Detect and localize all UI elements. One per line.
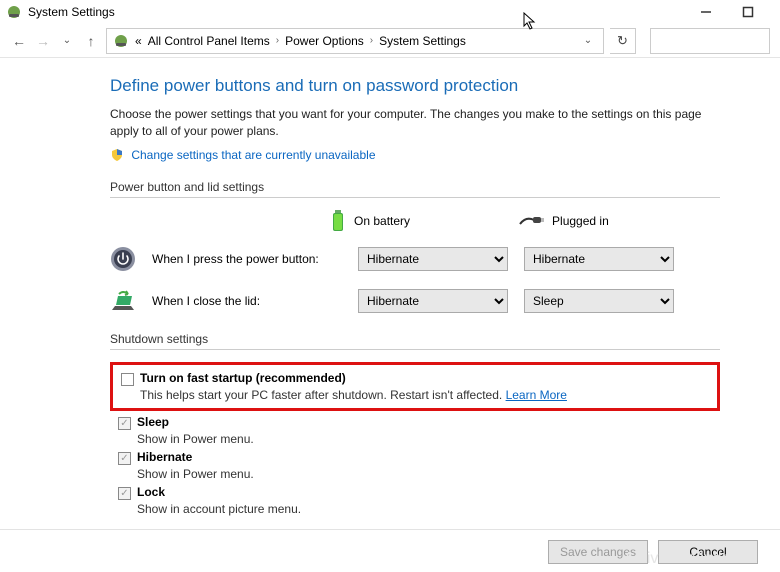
watermark: Activate Windows: [624, 550, 750, 568]
navbar: ← → ⌄ ↑ « All Control Panel Items › Powe…: [0, 24, 780, 58]
lid-plugged-select[interactable]: Sleep: [524, 289, 674, 313]
maximize-button[interactable]: [736, 3, 760, 21]
power-button-plugged-select[interactable]: Hibernate: [524, 247, 674, 271]
refresh-button[interactable]: ↻: [610, 28, 636, 54]
plug-icon: [518, 214, 544, 228]
minimize-button[interactable]: [694, 3, 718, 21]
content-area: Define power buttons and turn on passwor…: [0, 58, 780, 526]
page-description: Choose the power settings that you want …: [110, 106, 720, 140]
sleep-desc: Show in Power menu.: [137, 432, 720, 446]
power-button-icon: [110, 246, 136, 272]
divider: [0, 529, 780, 530]
breadcrumb-item[interactable]: All Control Panel Items: [148, 34, 270, 48]
breadcrumb[interactable]: « All Control Panel Items › Power Option…: [106, 28, 604, 54]
column-label-plugged: Plugged in: [552, 214, 609, 228]
titlebar: System Settings: [0, 0, 780, 24]
chevron-right-icon: ›: [276, 35, 279, 46]
fast-startup-checkbox[interactable]: [121, 373, 134, 386]
fast-startup-highlight: Turn on fast startup (recommended) This …: [110, 362, 720, 411]
breadcrumb-item[interactable]: Power Options: [285, 34, 364, 48]
breadcrumb-dropdown[interactable]: ⌄: [579, 35, 597, 46]
lock-label: Lock: [137, 485, 165, 499]
breadcrumb-overflow[interactable]: «: [135, 34, 142, 48]
search-input[interactable]: [650, 28, 770, 54]
lid-row: When I close the lid: Hibernate Sleep: [110, 288, 720, 314]
chevron-right-icon: ›: [370, 35, 373, 46]
battery-icon: [330, 210, 346, 232]
section-label-shutdown: Shutdown settings: [110, 332, 720, 346]
hibernate-desc: Show in Power menu.: [137, 467, 720, 481]
hibernate-label: Hibernate: [137, 450, 192, 464]
power-options-icon: [6, 4, 22, 20]
column-label-battery: On battery: [354, 214, 410, 228]
change-settings-link[interactable]: Change settings that are currently unava…: [131, 148, 375, 162]
power-button-battery-select[interactable]: Hibernate: [358, 247, 508, 271]
power-columns-header: On battery Plugged in: [330, 210, 720, 232]
lid-label: When I close the lid:: [152, 294, 342, 308]
lid-battery-select[interactable]: Hibernate: [358, 289, 508, 313]
laptop-lid-icon: [110, 288, 136, 314]
window-title: System Settings: [28, 5, 115, 19]
recent-locations-button[interactable]: ⌄: [58, 32, 76, 50]
hibernate-checkbox[interactable]: ✓: [118, 452, 131, 465]
power-button-row: When I press the power button: Hibernate…: [110, 246, 720, 272]
learn-more-link[interactable]: Learn More: [506, 388, 567, 402]
lock-desc: Show in account picture menu.: [137, 502, 720, 516]
divider: [110, 349, 720, 350]
sleep-checkbox[interactable]: ✓: [118, 417, 131, 430]
shield-icon: [110, 148, 124, 162]
sleep-label: Sleep: [137, 415, 169, 429]
divider: [110, 197, 720, 198]
power-button-label: When I press the power button:: [152, 252, 342, 266]
fast-startup-desc-text: This helps start your PC faster after sh…: [140, 388, 502, 402]
power-options-icon: [113, 33, 129, 49]
lock-checkbox[interactable]: ✓: [118, 487, 131, 500]
page-title: Define power buttons and turn on passwor…: [110, 76, 720, 96]
section-label-power: Power button and lid settings: [110, 180, 720, 194]
forward-button[interactable]: →: [34, 32, 52, 50]
breadcrumb-item[interactable]: System Settings: [379, 34, 466, 48]
fast-startup-label: Turn on fast startup (recommended): [140, 371, 346, 385]
fast-startup-desc: This helps start your PC faster after sh…: [140, 388, 709, 402]
up-button[interactable]: ↑: [82, 32, 100, 50]
back-button[interactable]: ←: [10, 32, 28, 50]
